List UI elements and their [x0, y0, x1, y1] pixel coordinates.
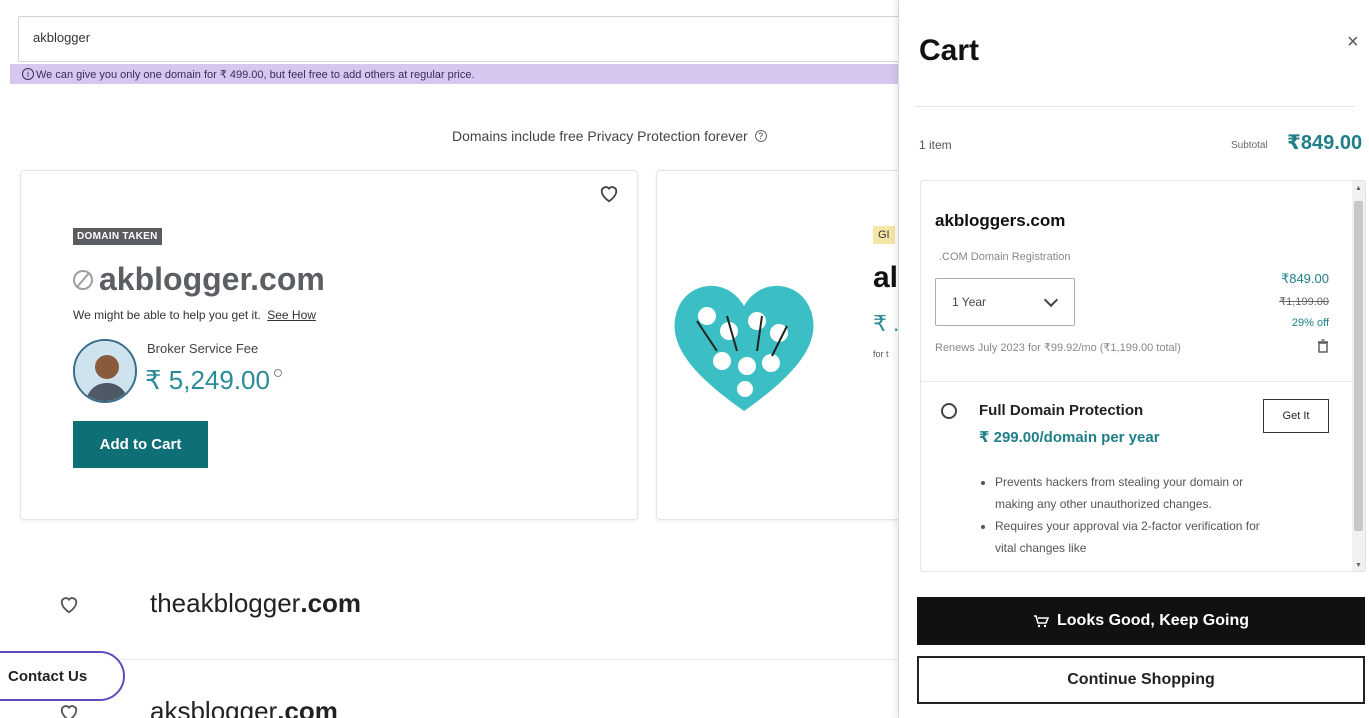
divider: [921, 381, 1354, 382]
term-select[interactable]: 1 Year: [935, 278, 1075, 326]
keep-going-button[interactable]: Looks Good, Keep Going: [917, 597, 1365, 645]
result-domain-prefix: aksblogger: [150, 696, 278, 718]
scroll-up-icon[interactable]: ▲: [1355, 185, 1362, 192]
community-illustration-icon: [674, 285, 814, 411]
cart-drawer: Cart × 1 item Subtotal ₹849.00 akblogger…: [898, 0, 1369, 718]
protection-benefits: Prevents hackers from stealing your doma…: [995, 471, 1265, 559]
domain-title-text: akblogger.com: [99, 261, 325, 297]
broker-fee-price-text: ₹ 5,249.00: [145, 365, 270, 395]
result-domain: aksblogger.com: [150, 696, 338, 718]
cart-item-name: akbloggers.com: [935, 211, 1066, 230]
term-select-value: 1 Year: [952, 295, 987, 309]
result-domain-tld: .com: [300, 588, 362, 618]
cart-items-panel[interactable]: akbloggers.com .COM Domain Registration …: [920, 180, 1366, 572]
cart-icon: [1034, 615, 1049, 628]
subtotal-label: Subtotal: [1231, 140, 1268, 151]
suggestion-badge: GI: [873, 226, 895, 244]
get-it-button[interactable]: Get It: [1263, 399, 1329, 433]
trash-icon[interactable]: [1317, 339, 1329, 353]
result-row[interactable]: aksblogger.com: [0, 660, 900, 718]
suggested-domain-term: for t: [873, 349, 889, 359]
domain-title: akblogger.com: [73, 261, 325, 298]
privacy-note: Domains include free Privacy Protection …: [452, 128, 767, 144]
suggested-domain-name: al: [873, 261, 899, 294]
keep-going-label: Looks Good, Keep Going: [1057, 612, 1249, 629]
protection-title: Full Domain Protection: [979, 402, 1144, 419]
protection-price: ₹ 299.00/domain per year: [979, 429, 1160, 446]
contact-us-button[interactable]: Contact Us: [0, 651, 125, 701]
scrollbar[interactable]: ▲ ▼: [1352, 181, 1365, 571]
unavailable-icon: [73, 269, 93, 290]
list-item: Prevents hackers from stealing your doma…: [995, 471, 1265, 515]
broker-fee-price: ₹ 5,249.00: [145, 365, 282, 396]
cart-item-type: .COM Domain Registration: [939, 251, 1071, 263]
close-icon[interactable]: ×: [1347, 31, 1359, 54]
cart-title: Cart: [919, 34, 980, 67]
cart-item-discount: 29% off: [1291, 317, 1329, 329]
heart-icon[interactable]: [58, 594, 80, 614]
cart-item-count: 1 item: [919, 138, 952, 152]
list-item: Requires your approval via 2-factor veri…: [995, 515, 1265, 559]
help-text: We might be able to help you get it. See…: [73, 308, 316, 322]
broker-fee-label: Broker Service Fee: [147, 341, 259, 356]
suggested-domain-price: ₹ .: [873, 311, 900, 336]
help-text-label: We might be able to help you get it.: [73, 308, 261, 322]
result-domain: theakblogger.com: [150, 588, 361, 619]
add-to-cart-button[interactable]: Add to Cart: [73, 421, 208, 468]
promo-notice-text: We can give you only one domain for ₹ 49…: [36, 68, 475, 81]
search-input[interactable]: [33, 30, 633, 45]
heart-icon[interactable]: [58, 702, 80, 718]
renewal-text: Renews July 2023 for ₹99.92/mo (₹1,199.0…: [935, 342, 1181, 354]
scroll-thumb[interactable]: [1354, 201, 1363, 531]
shield-icon: [941, 403, 957, 419]
cart-item-old-price: ₹1,199.00: [1279, 296, 1329, 308]
result-domain-prefix: theakblogger: [150, 588, 301, 618]
promo-notice: i We can give you only one domain for ₹ …: [10, 64, 918, 84]
result-row[interactable]: theakblogger.com: [0, 560, 900, 660]
result-domain-tld: .com: [277, 696, 338, 718]
domain-taken-badge: DOMAIN TAKEN: [73, 228, 162, 245]
heart-icon[interactable]: [598, 183, 620, 203]
see-how-link[interactable]: See How: [267, 308, 316, 322]
suggested-domain-card: GI al ₹ . for t: [656, 170, 918, 520]
info-icon: i: [22, 68, 34, 80]
search-box[interactable]: [18, 16, 918, 62]
continue-shopping-button[interactable]: Continue Shopping: [917, 656, 1365, 704]
page: i We can give you only one domain for ₹ …: [0, 0, 1369, 718]
scroll-down-icon[interactable]: ▼: [1355, 562, 1362, 569]
help-icon[interactable]: ?: [754, 130, 767, 142]
privacy-note-text: Domains include free Privacy Protection …: [452, 128, 748, 144]
info-icon[interactable]: [273, 369, 282, 377]
cart-item-price: ₹849.00: [1280, 271, 1329, 286]
divider: [915, 106, 1355, 107]
domain-taken-card: DOMAIN TAKEN akblogger.com We might be a…: [20, 170, 638, 520]
broker-avatar: [73, 339, 137, 403]
subtotal-value: ₹849.00: [1287, 132, 1363, 154]
chevron-down-icon: [1043, 292, 1059, 308]
